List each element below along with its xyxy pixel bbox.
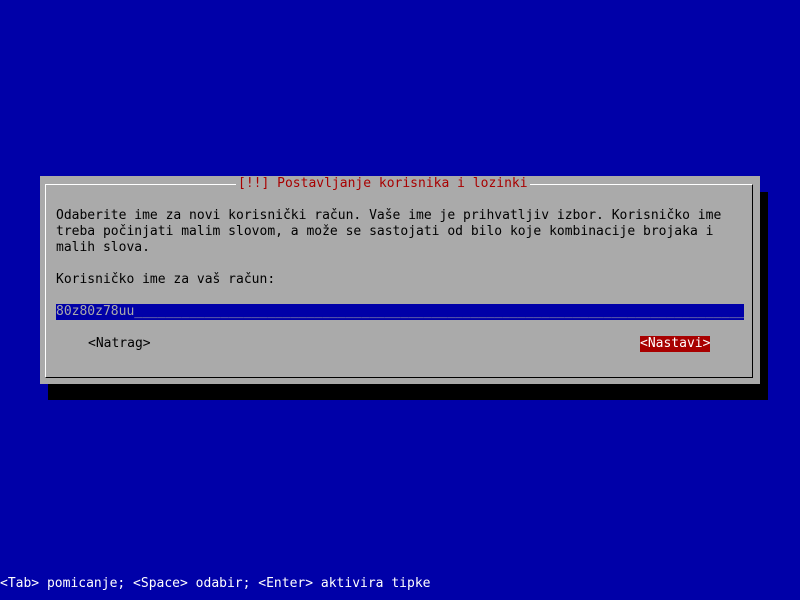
input-fill: ________________________________________…	[134, 304, 744, 319]
username-input[interactable]: 80z80z78uu______________________________…	[56, 304, 744, 320]
description-line: Odaberite ime za novi korisnički račun. …	[56, 208, 722, 223]
installer-dialog: [!!] Postavljanje korisnika i lozinki Od…	[40, 176, 760, 384]
description-line: malih slova.	[56, 240, 150, 255]
dialog-description: Odaberite ime za novi korisnički račun. …	[56, 208, 746, 256]
dialog-title: [!!] Postavljanje korisnika i lozinki	[236, 176, 530, 192]
description-line: treba počinjati malim slovom, a može se …	[56, 224, 714, 239]
dialog-title-text: [!!] Postavljanje korisnika i lozinki	[238, 176, 528, 191]
back-button[interactable]: <Natrag>	[88, 336, 151, 352]
keyboard-help-bar: <Tab> pomicanje; <Space> odabir; <Enter>…	[0, 576, 431, 591]
username-field-label: Korisničko ime za vaš račun:	[56, 272, 276, 287]
continue-button[interactable]: <Nastavi>	[640, 336, 711, 352]
username-input-value: 80z80z78uu	[56, 304, 135, 319]
